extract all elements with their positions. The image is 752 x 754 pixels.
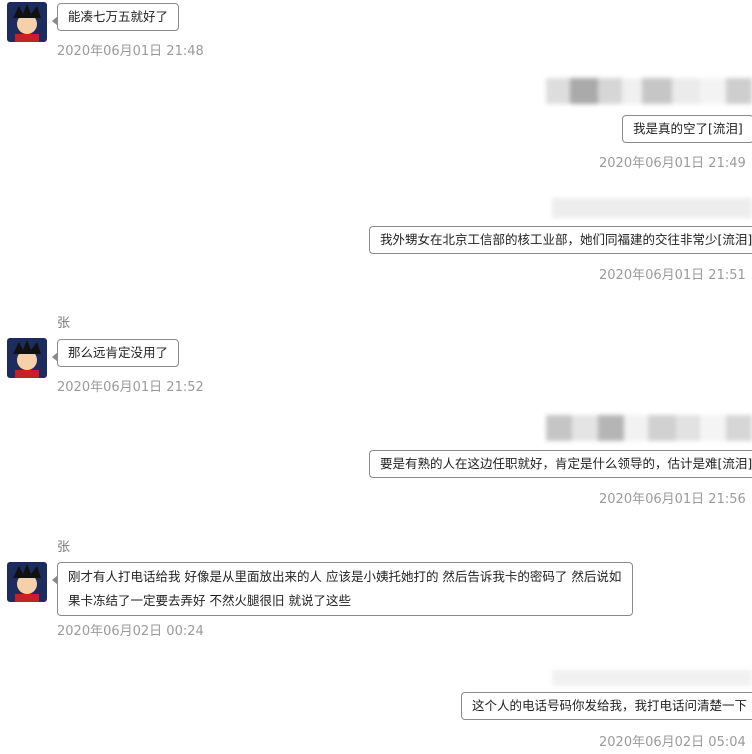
sender-name: 张 xyxy=(57,316,71,331)
message-timestamp: 2020年06月01日 21:49 xyxy=(599,156,746,171)
cartoon-avatar-icon xyxy=(7,562,47,602)
message-timestamp: 2020年06月02日 00:24 xyxy=(57,624,204,639)
message-timestamp: 2020年06月01日 21:51 xyxy=(599,268,746,283)
message-bubble: 要是有熟的人在这边任职就好，肯定是什么领导的，估计是难[流泪] xyxy=(369,450,752,478)
message-timestamp: 2020年06月01日 21:52 xyxy=(57,380,204,395)
avatar[interactable] xyxy=(7,562,47,602)
redacted-name xyxy=(546,78,752,104)
message-timestamp: 2020年06月01日 21:48 xyxy=(57,44,204,59)
message-bubble: 刚才有人打电话给我 好像是从里面放出来的人 应该是小姨托她打的 然后告诉我卡的密… xyxy=(52,562,633,616)
message-bubble: 那么远肯定没用了 xyxy=(51,339,180,367)
cartoon-avatar-icon xyxy=(7,338,47,378)
avatar[interactable] xyxy=(7,338,47,378)
redacted-name xyxy=(546,415,752,441)
message-timestamp: 2020年06月01日 21:56 xyxy=(599,492,746,507)
avatar[interactable] xyxy=(7,2,47,42)
message-bubble: 能凑七万五就好了 xyxy=(51,3,180,31)
sender-name: 张 xyxy=(57,540,71,555)
message-bubble: 这个人的电话号码你发给我，我打电话问清楚一下 xyxy=(461,692,752,720)
redacted-name xyxy=(552,198,752,218)
redacted-name xyxy=(552,670,752,686)
message-bubble: 我是真的空了[流泪] xyxy=(622,115,752,143)
cartoon-avatar-icon xyxy=(7,2,47,42)
message-bubble: 我外甥女在北京工信部的核工业部，她们同福建的交往非常少[流泪] xyxy=(369,226,752,254)
message-timestamp: 2020年06月02日 05:04 xyxy=(599,735,746,750)
